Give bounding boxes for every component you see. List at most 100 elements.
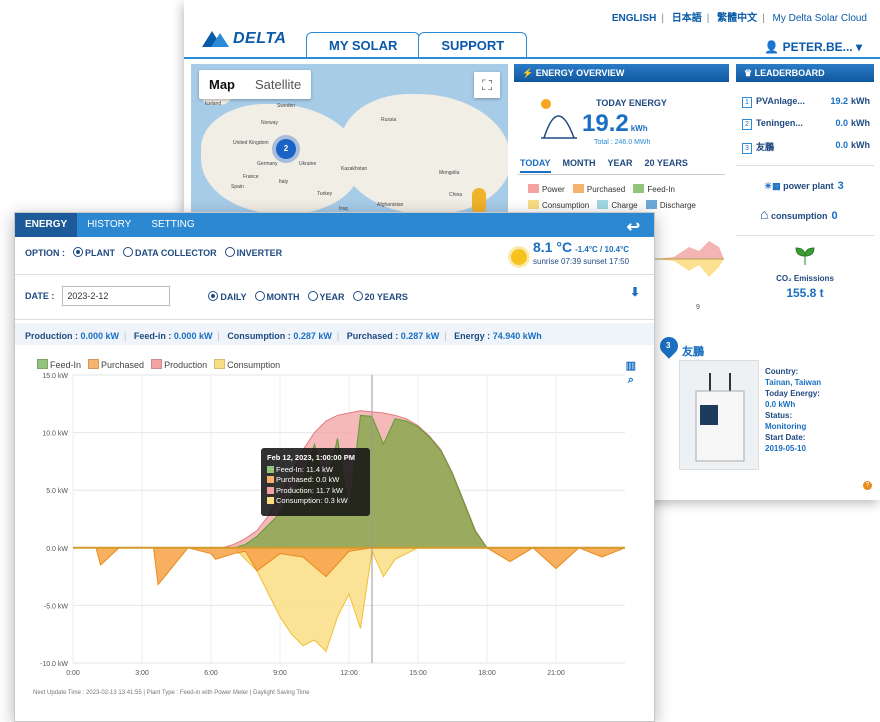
tab-setting[interactable]: SETTING <box>141 213 204 237</box>
map-place-label: Afghanistan <box>377 202 404 208</box>
option-row: OPTION : PLANT DATA COLLECTOR INVERTER <box>25 247 282 258</box>
device-info: Country: Tainan, Taiwan Today Energy: 0.… <box>765 367 822 453</box>
lang-japanese-link[interactable]: 日本語 <box>672 13 702 24</box>
map-place-label: Ukraine <box>299 161 317 167</box>
x-tick-label: 21:00 <box>547 670 565 677</box>
leaderboard-header: ♛ LEADERBOARD <box>736 64 874 82</box>
map-place-label: Mongolia <box>439 170 460 176</box>
download-icon[interactable]: ⬇ <box>630 285 640 299</box>
date-input[interactable] <box>62 286 171 306</box>
map-cluster-marker[interactable]: 2 <box>276 139 296 159</box>
legend-purchased[interactable]: Purchased <box>587 185 625 194</box>
energy-chart[interactable]: 15.0 kW 10.0 kW 5.0 kW 0.0 kW -5.0 kW -10.0 k… <box>15 363 655 688</box>
map-place-label: Russia <box>381 117 397 123</box>
map-view[interactable]: Iceland Sweden Norway Russia United King… <box>191 64 508 214</box>
today-energy-value: 19.2 kWh <box>582 110 648 137</box>
tab-today[interactable]: TODAY <box>520 158 551 173</box>
divider <box>15 319 654 320</box>
mini-chart-tick: 9 <box>696 304 700 311</box>
radio-20-years[interactable]: 20 YEARS <box>352 290 408 302</box>
map-type-toggle: Map Satellite <box>199 70 312 99</box>
x-tick-label: 0:00 <box>66 670 80 677</box>
tab-history[interactable]: HISTORY <box>77 213 141 237</box>
lang-english-link[interactable]: ENGLISH <box>612 13 656 24</box>
leaderboard-title: LEADERBOARD <box>754 68 825 78</box>
radio-data-collector[interactable]: DATA COLLECTOR <box>123 247 217 258</box>
date-label: DATE : <box>25 291 55 301</box>
legend-charge[interactable]: Charge <box>611 201 637 210</box>
y-tick-label: 10.0 kW <box>42 431 68 438</box>
chevron-down-icon: ▾ <box>855 40 862 54</box>
leaderboard-row[interactable]: 3 友鵬 0.0 kWh <box>742 140 870 154</box>
purchased-value: 0.287 kW <box>400 331 440 341</box>
fullscreen-icon[interactable]: ⛶ <box>474 72 500 98</box>
delta-triangle-icon <box>202 31 229 47</box>
map-button[interactable]: Map <box>199 70 245 99</box>
bolt-icon: ⚡ <box>522 68 534 78</box>
x-tick-label: 12:00 <box>340 670 358 677</box>
leaderboard-row[interactable]: 2 Teningen... 0.0 kWh <box>742 118 870 130</box>
summary-row: Production : 0.000 kW | Feed-in : 0.000 k… <box>25 331 542 341</box>
y-tick-label: 15.0 kW <box>42 373 68 380</box>
crown-icon: ♛ <box>744 68 753 78</box>
help-icon[interactable]: ? <box>863 481 872 490</box>
feedin-value: 0.000 kW <box>173 331 213 341</box>
radio-year[interactable]: YEAR <box>307 290 345 302</box>
satellite-button[interactable]: Satellite <box>245 70 311 99</box>
radio-daily[interactable]: DAILY <box>208 290 247 302</box>
today-energy-label: TODAY ENERGY <box>596 98 667 108</box>
user-menu[interactable]: 👤 PETER.BE... ▾ <box>764 40 862 54</box>
legend-feed-in[interactable]: Feed-In <box>647 185 675 194</box>
option-label: OPTION : <box>25 247 65 258</box>
production-value: 0.000 kW <box>80 331 120 341</box>
x-tick-label: 18:00 <box>478 670 496 677</box>
radio-month[interactable]: MONTH <box>254 290 300 302</box>
map-place-label: Norway <box>261 120 278 126</box>
sun-curve-icon <box>541 99 577 139</box>
lang-chinese-link[interactable]: 繁體中文 <box>717 13 757 24</box>
map-land-europe <box>201 104 361 214</box>
user-name: PETER.BE... <box>782 40 853 54</box>
overview-mini-chart <box>654 241 724 277</box>
energy-value: 74.940 kWh <box>492 331 542 341</box>
radio-plant[interactable]: PLANT <box>73 247 115 258</box>
co2-value: 155.8 t <box>786 286 824 300</box>
language-links: ENGLISH | 日本語 | 繁體中文 | My Delta Solar Cloud <box>611 13 867 24</box>
radio-inverter[interactable]: INVERTER <box>224 247 282 258</box>
tab-support[interactable]: SUPPORT <box>418 32 528 58</box>
map-place-label: Spain <box>231 184 244 190</box>
co2-card: CO₂ Emissions 155.8 t <box>736 235 874 310</box>
house-icon: ⌂ <box>760 206 769 222</box>
delta-logo[interactable]: DELTA <box>202 30 286 48</box>
leaderboard-panel: ♛ LEADERBOARD 1 PVAnlage... 19.2 kWh 2 Tenin… <box>736 64 874 164</box>
back-arrow-icon[interactable]: ↩ <box>627 217 640 237</box>
data-collector-icon <box>695 373 745 462</box>
pegman-icon[interactable] <box>472 188 486 212</box>
period-divider <box>518 174 725 175</box>
x-tick-label: 6:00 <box>204 670 218 677</box>
energy-overview-header: ⚡ ENERGY OVERVIEW <box>514 64 729 82</box>
tab-energy[interactable]: ENERGY <box>15 213 78 237</box>
device-card: Country: Tainan, Taiwan Today Energy: 0.… <box>679 360 880 480</box>
legend-discharge[interactable]: Discharge <box>660 201 696 210</box>
sun-icon <box>511 249 527 265</box>
legend-power[interactable]: Power <box>542 185 565 194</box>
power-plant-count[interactable]: ☀▦ power plant 3 <box>764 180 844 192</box>
co2-label: CO₂ Emissions <box>776 274 834 283</box>
leaderboard-row[interactable]: 1 PVAnlage... 19.2 kWh <box>742 96 870 108</box>
tab-year[interactable]: YEAR <box>608 158 633 173</box>
pin-number: 3 <box>666 341 671 350</box>
cloud-link[interactable]: My Delta Solar Cloud <box>773 13 867 24</box>
y-tick-label: -10.0 kW <box>40 661 68 668</box>
map-place-label: Iceland <box>205 101 222 107</box>
tab-month[interactable]: MONTH <box>563 158 596 173</box>
granularity-options: DAILY MONTH YEAR 20 YEARS <box>208 290 408 302</box>
map-place-label: Germany <box>257 161 278 167</box>
total-energy: Total : 246.0 MWh <box>594 139 651 146</box>
sunrise-sunset: sunrise 07:39 sunset 17:50 <box>533 257 630 266</box>
tab-my-solar[interactable]: MY SOLAR <box>306 32 421 58</box>
consumption-count[interactable]: ⌂ consumption 0 <box>760 206 838 222</box>
tab-20-years[interactable]: 20 YEARS <box>645 158 688 173</box>
consumption-value: 0.287 kW <box>293 331 332 341</box>
legend-consumption[interactable]: Consumption <box>542 201 589 210</box>
